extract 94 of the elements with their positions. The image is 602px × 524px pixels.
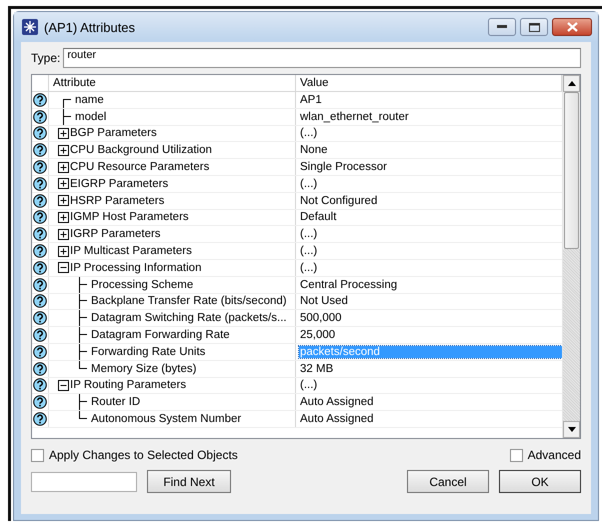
help-icon[interactable] xyxy=(33,244,47,258)
attribute-value[interactable]: Central Processing xyxy=(299,278,398,291)
attribute-name: CPU Resource Parameters xyxy=(70,161,210,174)
column-header[interactable]: Attribute xyxy=(49,75,296,91)
attribute-value[interactable]: Single Processor xyxy=(299,161,388,174)
attribute-value[interactable]: (...) xyxy=(299,379,318,392)
help-icon[interactable] xyxy=(33,395,47,410)
attribute-name: IGRP Parameters xyxy=(70,228,161,240)
attribute-name: Datagram Forwarding Rate xyxy=(91,329,230,342)
help-icon[interactable] xyxy=(33,160,47,174)
help-icon[interactable] xyxy=(33,126,47,140)
scrollbar[interactable] xyxy=(562,75,580,438)
minimize-icon xyxy=(497,25,507,29)
scroll-thumb[interactable] xyxy=(564,92,579,249)
help-icon[interactable] xyxy=(33,227,47,242)
expand-icon[interactable] xyxy=(58,212,69,223)
attribute-value[interactable]: Default xyxy=(299,211,338,224)
expand-icon[interactable] xyxy=(58,246,69,257)
attribute-value[interactable]: (...) xyxy=(299,228,318,240)
attribute-name: model xyxy=(75,110,106,123)
attribute-value[interactable]: Auto Assigned xyxy=(299,413,375,426)
attribute-name: IP Multicast Parameters xyxy=(70,245,192,258)
attribute-value[interactable]: Not Configured xyxy=(299,194,378,207)
attribute-name: BGP Parameters xyxy=(70,127,157,140)
attribute-value[interactable]: 500,000 xyxy=(299,312,343,324)
collapse-icon[interactable] xyxy=(58,262,69,274)
attribute-name: IGMP Host Parameters xyxy=(70,211,189,224)
attribute-value[interactable]: 25,000 xyxy=(299,329,336,342)
attribute-name: CPU Background Utilization xyxy=(70,144,212,156)
attribute-value[interactable]: None xyxy=(299,144,328,156)
type-label: Type: xyxy=(31,51,60,65)
attribute-name: EIGRP Parameters xyxy=(70,178,168,190)
attribute-name: name xyxy=(75,94,104,106)
attribute-name: Memory Size (bytes) xyxy=(91,362,196,375)
checkbox-label[interactable]: Apply Changes to Selected Objects xyxy=(49,448,238,462)
checkbox-label[interactable]: Advanced xyxy=(528,448,581,462)
expand-icon[interactable] xyxy=(58,195,69,206)
minimize-button[interactable] xyxy=(488,18,516,36)
scroll-up-button[interactable] xyxy=(563,75,580,92)
cancel-button[interactable]: Cancel xyxy=(407,470,489,493)
attribute-name: Processing Scheme xyxy=(91,278,194,291)
maximize-button[interactable] xyxy=(520,18,548,36)
up-arrow-icon xyxy=(568,81,576,86)
help-icon[interactable] xyxy=(33,110,47,124)
maximize-icon xyxy=(528,22,540,32)
help-icon[interactable] xyxy=(33,260,47,275)
attribute-value[interactable]: Auto Assigned xyxy=(299,396,375,408)
help-icon[interactable] xyxy=(33,278,47,292)
help-icon[interactable] xyxy=(33,378,47,392)
attribute-value[interactable]: (...) xyxy=(299,245,318,258)
scroll-down-button[interactable] xyxy=(563,421,580,438)
search-field[interactable] xyxy=(31,472,137,492)
window-title: (AP1) Attributes xyxy=(44,20,136,34)
ok-button[interactable]: OK xyxy=(499,470,581,493)
attribute-value[interactable]: 32 MB xyxy=(299,362,334,375)
attribute-value[interactable]: (...) xyxy=(299,178,318,190)
attribute-value[interactable]: AP1 xyxy=(299,94,323,106)
expand-icon[interactable] xyxy=(58,144,69,156)
expand-icon[interactable] xyxy=(58,128,69,139)
attribute-name: IP Routing Parameters xyxy=(70,379,186,392)
down-arrow-icon xyxy=(568,427,576,432)
checkbox[interactable] xyxy=(510,448,523,462)
help-icon[interactable] xyxy=(33,362,47,376)
help-icon[interactable] xyxy=(33,194,47,208)
help-icon[interactable] xyxy=(33,344,47,359)
star-icon xyxy=(22,19,38,35)
expand-icon[interactable] xyxy=(58,162,69,173)
attribute-value[interactable]: (...) xyxy=(299,262,318,274)
help-icon[interactable] xyxy=(33,294,47,308)
help-icon[interactable] xyxy=(33,92,47,107)
help-icon[interactable] xyxy=(33,412,47,426)
help-icon[interactable] xyxy=(33,143,47,158)
expand-icon[interactable] xyxy=(58,228,69,240)
attribute-name: Forwarding Rate Units xyxy=(91,346,206,358)
close-button[interactable] xyxy=(552,18,592,36)
attribute-name: Autonomous System Number xyxy=(91,413,242,426)
type-field[interactable]: router xyxy=(63,48,581,68)
attribute-name: Backplane Transfer Rate (bits/second) xyxy=(91,295,287,308)
attribute-name: Router ID xyxy=(91,396,140,408)
attribute-name: Datagram Switching Rate (packets/s... xyxy=(91,312,287,324)
help-icon[interactable] xyxy=(33,311,47,326)
help-icon[interactable] xyxy=(33,210,47,224)
attribute-value[interactable]: Not Used xyxy=(299,295,349,308)
attribute-value[interactable]: wlan_ethernet_router xyxy=(299,110,410,123)
expand-icon[interactable] xyxy=(58,178,69,190)
close-icon xyxy=(566,22,578,32)
find-next-button[interactable]: Find Next xyxy=(147,470,231,493)
checkbox[interactable] xyxy=(31,448,44,462)
help-icon[interactable] xyxy=(33,328,47,342)
collapse-icon[interactable] xyxy=(58,380,69,391)
attribute-name: IP Processing Information xyxy=(70,262,202,274)
attribute-name: HSRP Parameters xyxy=(70,194,164,207)
attribute-value[interactable]: (...) xyxy=(299,127,318,140)
help-icon[interactable] xyxy=(33,176,47,191)
